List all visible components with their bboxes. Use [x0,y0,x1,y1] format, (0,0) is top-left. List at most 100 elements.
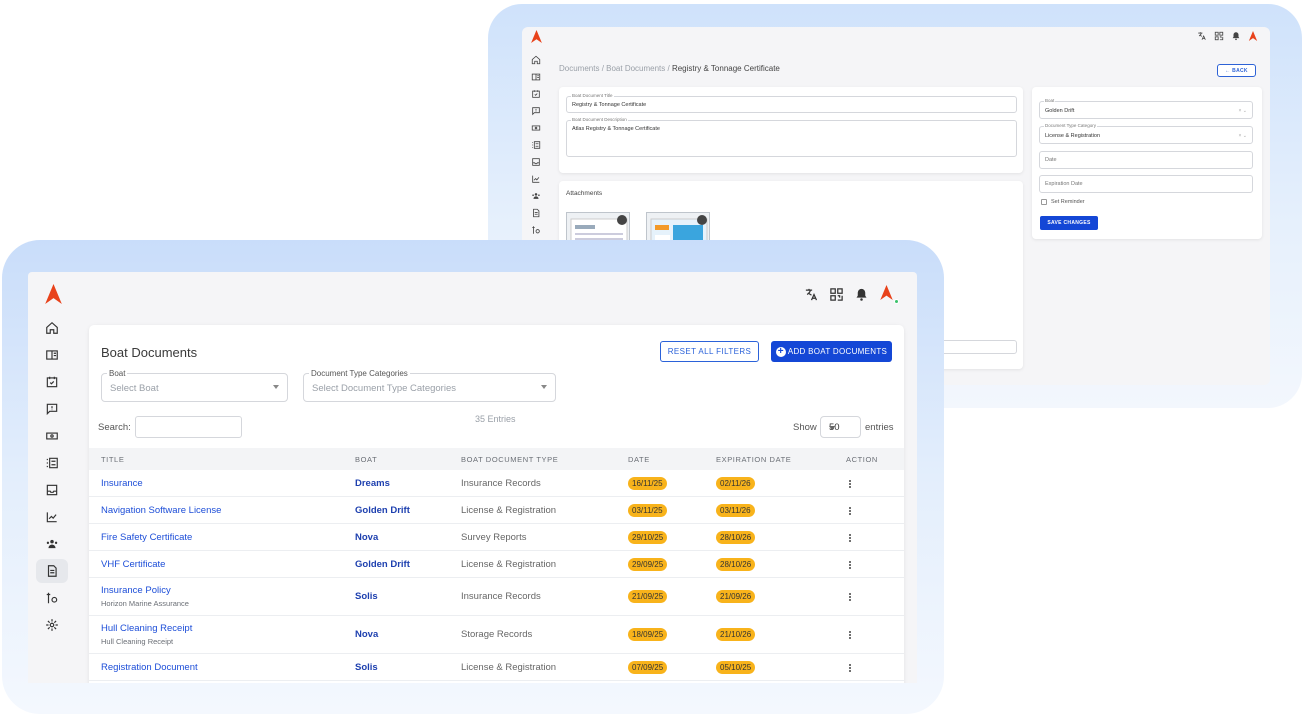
sidebar-item-reports[interactable] [36,505,68,529]
sidebar-item-calendar[interactable] [36,370,68,394]
add-boat-documents-button[interactable]: + ADD BOAT DOCUMENTS [771,341,892,362]
breadcrumb-boat-documents[interactable]: Boat Documents [606,64,665,73]
table-row[interactable]: Insurance Policy Horizon Marine Assuranc… [89,578,904,616]
checklist-icon[interactable] [531,140,541,150]
checkbox-box[interactable] [1041,199,1047,205]
table-row[interactable]: Navigation Software License Golden Drift… [89,497,904,524]
breadcrumb-documents[interactable]: Documents [559,64,599,73]
sidebar-item-crew[interactable] [36,532,68,556]
reset-all-filters-button[interactable]: RESET ALL FILTERS [660,341,759,362]
chevron-down-icon [273,385,279,389]
select-clear-icon[interactable]: × ⌄ [1239,133,1248,139]
document-type: License & Registration [461,559,557,570]
row-actions-kebab-icon[interactable] [849,506,852,516]
message-alert-icon[interactable] [531,106,541,116]
select-clear-icon[interactable]: × ⌄ [1239,108,1248,114]
save-changes-button[interactable]: SAVE CHANGES [1040,216,1098,230]
users-icon[interactable] [531,191,541,201]
row-actions-kebab-icon[interactable] [849,663,852,673]
document-title-link[interactable]: Insurance [101,478,143,489]
document-title-link[interactable]: Navigation Software License [101,505,221,516]
documents-icon[interactable] [531,208,541,218]
sidebar-item-home[interactable] [36,316,68,340]
boat-select[interactable]: Boat Golden Drift × ⌄ [1039,98,1253,119]
document-title-link[interactable]: Hull Cleaning Receipt [101,623,192,634]
calendar-check-icon[interactable] [531,89,541,99]
user-avatar-icon [880,285,893,300]
expiration-date-badge: 03/11/26 [716,504,755,517]
document-title-link[interactable]: Fire Safety Certificate [101,532,192,543]
sidebar-item-tasks[interactable] [36,451,68,475]
back-button[interactable]: ← BACK [1217,64,1256,77]
qr-code-icon[interactable] [829,287,844,302]
remove-attachment-icon[interactable] [697,215,707,225]
boat-documents-card: Boat Documents RESET ALL FILTERS + ADD B… [89,325,904,683]
inbox-icon[interactable] [531,157,541,167]
document-title-link[interactable]: Registration Document [101,662,198,673]
column-header-expiration[interactable]: EXPIRATION DATE [716,455,791,464]
expiration-date-field[interactable]: Expiration Date [1039,175,1253,193]
home-icon[interactable] [531,55,541,65]
breadcrumb: Documents / Boat Documents / Registry & … [559,64,780,73]
main-sidebar [28,272,78,683]
tools-icon[interactable] [531,225,541,235]
sidebar-item-maintenance[interactable] [36,586,68,610]
translate-icon[interactable] [1197,31,1207,41]
table-row[interactable]: Hull Cleaning Receipt Hull Cleaning Rece… [89,616,904,654]
sidebar-item-messages[interactable] [36,397,68,421]
document-title-link[interactable]: VHF Certificate [101,559,165,570]
sidebar-item-boats[interactable] [36,343,68,367]
search-label: Search: [98,422,131,433]
column-header-type[interactable]: BOAT DOCUMENT TYPE [461,455,558,464]
bell-icon[interactable] [854,287,869,302]
translate-icon[interactable] [804,287,819,302]
table-row[interactable]: Insurance Dreams Insurance Records 16/11… [89,470,904,497]
row-actions-kebab-icon[interactable] [849,630,852,640]
sidebar-item-inbox[interactable] [36,478,68,502]
document-type: Storage Records [461,629,533,640]
document-description-field[interactable]: Boat Document Description Atlas Registry… [566,117,1017,157]
search-input[interactable] [135,416,242,438]
bell-icon[interactable] [1231,31,1241,41]
document-title-link[interactable]: Insurance Policy [101,585,171,596]
top-bar-icons [804,285,899,304]
document-subtitle: Horizon Marine Assurance [101,599,189,608]
date-badge: 29/09/25 [628,558,668,571]
column-header-title[interactable]: TITLE [101,455,124,464]
document-type-select[interactable]: Document Type Category License & Registr… [1039,123,1253,144]
boat-name: Nova [355,629,379,640]
sidebar-item-documents[interactable] [36,559,68,583]
chart-line-icon [46,512,57,523]
row-actions-kebab-icon[interactable] [849,533,852,543]
user-avatar[interactable] [879,285,899,304]
id-card-icon[interactable] [531,72,541,82]
user-avatar-icon[interactable] [1248,31,1258,41]
table-row[interactable]: Fire Safety Certificate Nova Survey Repo… [89,524,904,551]
qr-code-icon[interactable] [1214,31,1224,41]
sidebar-item-finance[interactable] [36,424,68,448]
date-badge: 07/09/25 [628,661,668,674]
row-actions-kebab-icon[interactable] [849,479,852,489]
chart-line-icon[interactable] [531,174,541,184]
boat-name: Solis [355,662,378,673]
row-actions-kebab-icon[interactable] [849,560,852,570]
documents-icon [47,565,57,577]
document-type-filter-select[interactable]: Document Type Categories Select Document… [303,369,556,402]
row-actions-kebab-icon[interactable] [849,592,852,602]
date-field[interactable]: Date [1039,151,1253,169]
document-title-field[interactable]: Boat Document Title Registry & Tonnage C… [566,93,1017,113]
money-icon[interactable] [531,123,541,133]
sidebar-item-settings[interactable] [36,613,68,637]
set-reminder-checkbox[interactable]: Set Reminder [1041,199,1085,205]
boat-filter-select[interactable]: Boat Select Boat [101,369,288,402]
document-type: Insurance Records [461,591,541,602]
table-row[interactable]: Registration Document Solis License & Re… [89,654,904,681]
column-header-date[interactable]: DATE [628,455,650,464]
page-title: Boat Documents [101,345,198,360]
column-header-boat[interactable]: BOAT [355,455,377,464]
date-badge: 18/09/25 [628,628,668,641]
table-row[interactable]: VHF Certificate Golden Drift License & R… [89,551,904,578]
page-size-select[interactable]: 50 [820,416,861,438]
remove-attachment-icon[interactable] [617,215,627,225]
boat-name: Nova [355,532,379,543]
